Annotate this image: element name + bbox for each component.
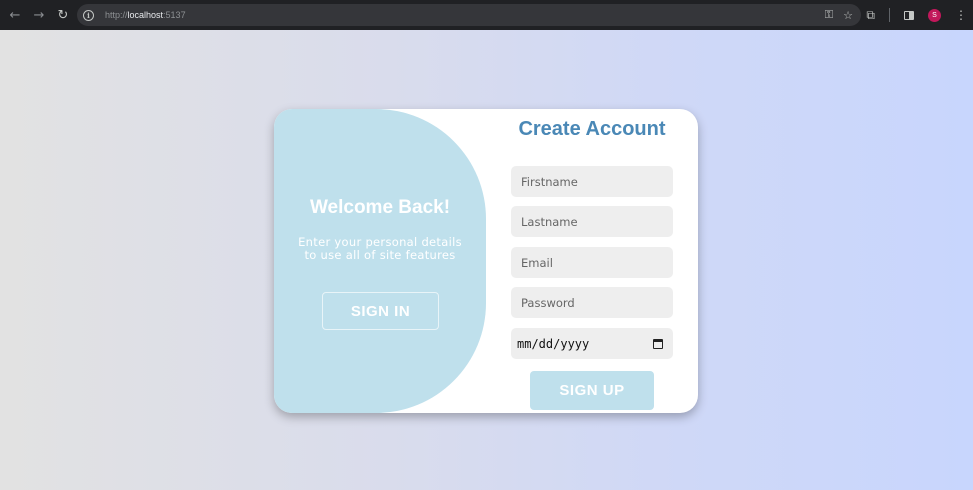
forward-icon[interactable]: →	[28, 4, 50, 26]
avatar[interactable]: S	[928, 8, 941, 22]
side-panel-icon[interactable]	[904, 10, 914, 20]
date-placeholder: mm/dd/yyyy	[517, 336, 590, 351]
date-input[interactable]: mm/dd/yyyy	[511, 328, 673, 359]
calendar-icon[interactable]	[653, 338, 663, 349]
address-bar[interactable]: i http://localhost:5137 ⚿ ☆	[77, 4, 861, 26]
sign-up-button[interactable]: SIGN UP	[530, 371, 654, 410]
url-text[interactable]: http://localhost:5137	[105, 10, 186, 20]
page-viewport: Welcome Back! Enter your personal detail…	[0, 30, 973, 490]
kebab-menu-icon[interactable]: ⋮	[955, 8, 967, 22]
info-icon[interactable]: i	[83, 9, 94, 21]
reload-icon[interactable]: ↻	[52, 4, 74, 26]
back-icon[interactable]: ←	[4, 4, 26, 26]
password-input[interactable]: Password	[511, 287, 673, 318]
firstname-input[interactable]: Firstname	[511, 166, 673, 197]
key-icon[interactable]: ⚿	[825, 8, 833, 22]
star-icon[interactable]: ☆	[843, 9, 853, 22]
welcome-text: Enter your personal details to use all o…	[298, 235, 462, 262]
puzzle-icon[interactable]: ⧉	[866, 8, 875, 23]
welcome-title: Welcome Back!	[309, 197, 451, 218]
browser-toolbar: ← → ↻ i http://localhost:5137 ⚿ ☆ ⧉ S ⋮	[0, 0, 973, 30]
welcome-panel: Welcome Back! Enter your personal detail…	[274, 109, 486, 413]
form-title: Create Account	[518, 118, 666, 140]
sign-in-button[interactable]: SIGN IN	[322, 292, 439, 330]
lastname-input[interactable]: Lastname	[511, 206, 673, 237]
auth-card: Welcome Back! Enter your personal detail…	[274, 109, 698, 413]
toolbar-divider	[889, 8, 890, 22]
email-input[interactable]: Email	[511, 247, 673, 278]
